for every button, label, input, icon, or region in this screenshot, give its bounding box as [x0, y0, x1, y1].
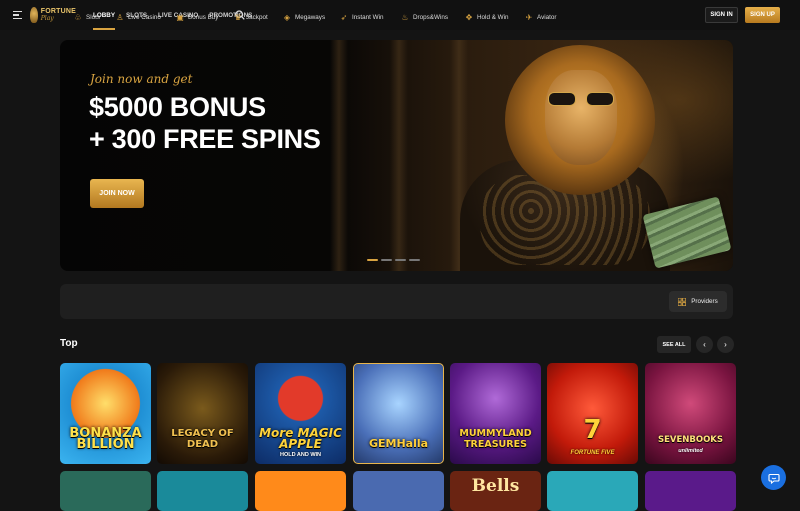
category-live-casino[interactable]: ♙ Live Casino — [116, 0, 161, 35]
megaways-icon: ◈ — [283, 12, 291, 22]
hero-title-line1: $5000 BONUS — [89, 92, 266, 122]
hero-banner[interactable]: Join now and get $5000 BONUS + 300 FREE … — [60, 40, 733, 271]
game-subtitle: HOLD AND WIN — [279, 452, 322, 458]
carousel-dots — [367, 259, 420, 261]
hold-win-icon: ✥ — [465, 12, 473, 22]
category-label: Instant Win — [352, 14, 384, 21]
sign-up-button[interactable]: SIGN UP — [745, 7, 780, 23]
bonus-buy-icon: ▣ — [176, 12, 184, 22]
category-label: Jackpot — [246, 14, 268, 21]
game-subtitle: FORTUNE FIVE — [570, 450, 615, 456]
category-slots[interactable]: ♧ Slots — [74, 0, 100, 35]
lion-logo-icon — [30, 7, 38, 23]
live-casino-icon: ♙ — [116, 12, 124, 22]
category-label: Live Casino — [128, 14, 161, 21]
logo-line2: Play — [40, 15, 54, 22]
game-tile-bonanza-billion[interactable]: BONANZA BILLION — [60, 363, 151, 464]
category-bar — [60, 284, 733, 319]
providers-label: Providers — [691, 298, 718, 305]
carousel-dot[interactable] — [395, 259, 406, 261]
hero-title: $5000 BONUS + 300 FREE SPINS — [89, 91, 321, 155]
game-title: Bells — [471, 476, 520, 496]
section-title: Top — [60, 338, 78, 349]
menu-icon[interactable] — [13, 11, 22, 19]
see-all-button[interactable]: SEE ALL — [657, 336, 691, 353]
logo-line1: FORTUNE — [40, 8, 76, 15]
pillar-decoration — [390, 40, 408, 271]
next-arrow-icon[interactable]: › — [717, 336, 734, 353]
category-hold-win[interactable]: ✥ Hold & Win — [465, 0, 509, 35]
category-instant-win[interactable]: ➶ Instant Win — [340, 0, 384, 35]
game-tile[interactable] — [645, 471, 736, 511]
jackpot-icon: ♛ — [234, 12, 242, 22]
category-label: Drops&Wins — [413, 14, 448, 21]
category-label: Slots — [86, 14, 100, 21]
category-label: Megaways — [295, 14, 326, 21]
category-label: Bonus Buy — [188, 14, 219, 21]
hero-title-line2: + 300 FREE SPINS — [89, 124, 321, 154]
category-drops-wins[interactable]: ♨ Drops&Wins — [401, 0, 448, 35]
providers-button[interactable]: Providers — [669, 291, 727, 312]
game-tile-fortune-five[interactable]: 7 FORTUNE FIVE — [547, 363, 638, 464]
drops-wins-icon: ♨ — [401, 12, 409, 22]
game-title: 7 — [583, 415, 602, 445]
hero-tagline: Join now and get — [90, 72, 193, 86]
slots-icon: ♧ — [74, 12, 82, 22]
aviator-icon: ✈ — [525, 12, 533, 22]
game-tile[interactable] — [60, 471, 151, 511]
game-title: MUMMYLAND TREASURES — [459, 428, 532, 450]
sign-in-button[interactable]: SIGN IN — [705, 7, 738, 23]
game-tile-sevenbooks[interactable]: SEVENBOOKS unlimited — [645, 363, 736, 464]
carousel-dot[interactable] — [409, 259, 420, 261]
game-tile-more-magic-apple[interactable]: More MAGIC APPLE HOLD AND WIN — [255, 363, 346, 464]
lion-face-image — [545, 70, 617, 165]
carousel-dot[interactable] — [381, 259, 392, 261]
grid-icon — [678, 297, 687, 306]
game-tile[interactable] — [547, 471, 638, 511]
category-megaways[interactable]: ◈ Megaways — [283, 0, 325, 35]
game-tile-bells[interactable]: Bells — [450, 471, 541, 511]
game-title: GEMHalla — [368, 437, 429, 450]
game-title: BONANZA BILLION — [69, 426, 142, 452]
category-jackpot[interactable]: ♛ Jackpot — [234, 0, 268, 35]
game-tile-mummyland-treasures[interactable]: MUMMYLAND TREASURES — [450, 363, 541, 464]
join-now-button[interactable]: JOIN NOW — [90, 179, 144, 208]
game-title: LEGACY OF DEAD — [171, 428, 234, 450]
game-tile[interactable] — [157, 471, 248, 511]
sunglasses-image — [548, 92, 614, 106]
game-tile[interactable] — [255, 471, 346, 511]
game-title: SEVENBOOKS — [657, 435, 724, 445]
game-title: More MAGIC APPLE — [259, 426, 342, 451]
category-label: Hold & Win — [477, 14, 509, 21]
carousel-dot[interactable] — [367, 259, 378, 261]
prev-arrow-icon[interactable]: ‹ — [696, 336, 713, 353]
logo[interactable]: FORTUNE Play — [30, 6, 76, 24]
game-subtitle: unlimited — [678, 448, 703, 454]
chat-icon — [767, 473, 780, 484]
category-label: Aviator — [537, 14, 557, 21]
game-tile[interactable] — [353, 471, 444, 511]
instant-win-icon: ➶ — [340, 12, 348, 22]
category-bonus-buy[interactable]: ▣ Bonus Buy — [176, 0, 218, 35]
game-tile-gemhalla[interactable]: GEMHalla — [353, 363, 444, 464]
game-tile-legacy-of-dead[interactable]: LEGACY OF DEAD — [157, 363, 248, 464]
pillar-decoration — [330, 40, 348, 271]
chat-button[interactable] — [761, 465, 786, 490]
category-aviator[interactable]: ✈ Aviator — [525, 0, 557, 35]
